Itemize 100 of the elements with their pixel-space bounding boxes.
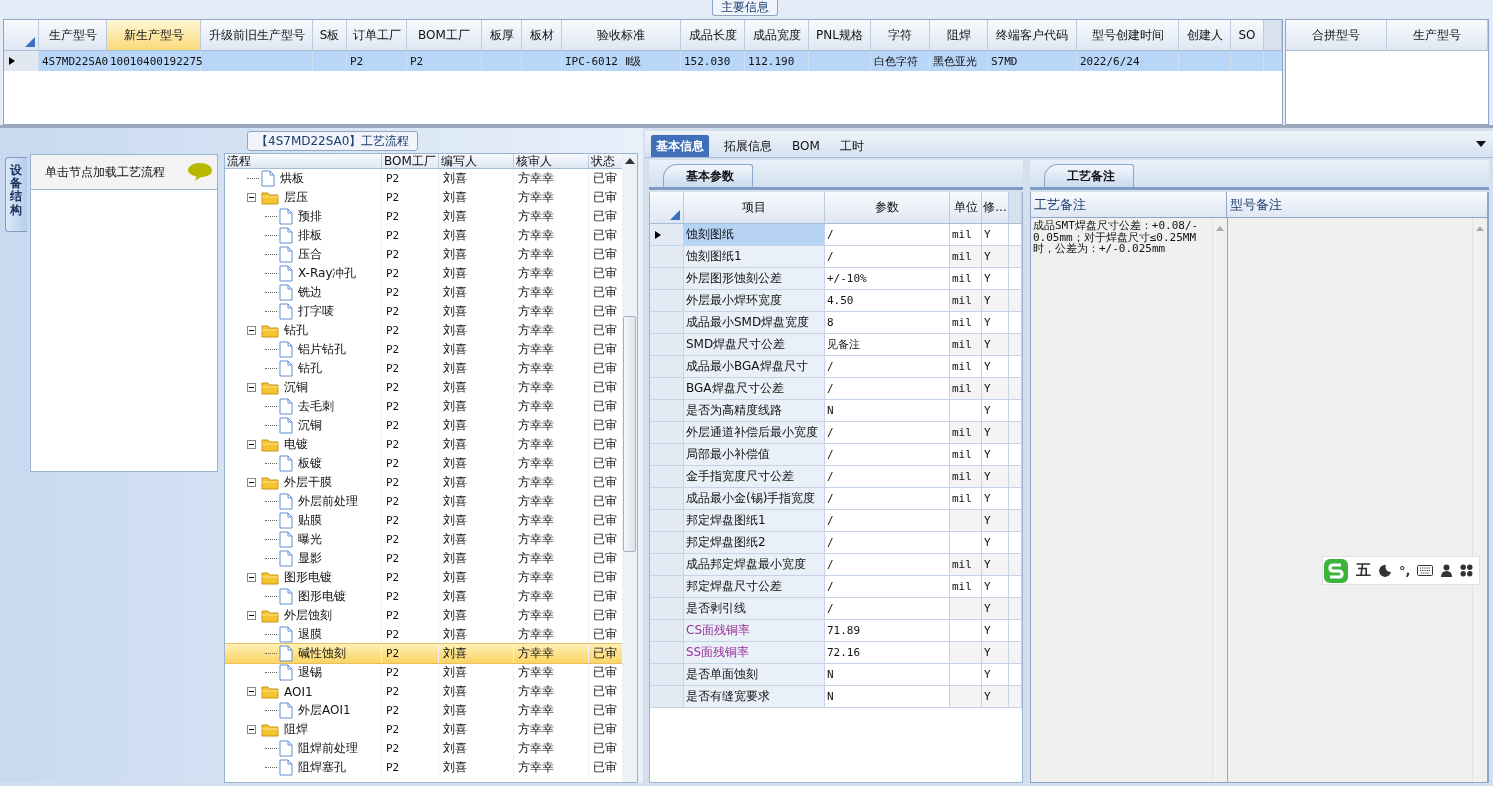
- grid-row[interactable]: 外层最小焊环宽度 4.50 mil Y: [650, 290, 1022, 312]
- grid-row[interactable]: 局部最小补偿值 / mil Y: [650, 444, 1022, 466]
- column-header[interactable]: 修...: [982, 192, 1009, 224]
- column-header[interactable]: 新生产型号: [107, 20, 201, 51]
- collapse-icon[interactable]: [247, 687, 256, 696]
- column-header[interactable]: 工艺备注: [1031, 192, 1227, 218]
- collapse-icon[interactable]: [247, 611, 256, 620]
- collapse-icon[interactable]: [247, 478, 256, 487]
- tab[interactable]: 拓展信息: [719, 135, 777, 157]
- grid-row[interactable]: SS面残铜率 72.16 Y: [650, 642, 1022, 664]
- tree-row[interactable]: AOI1 P2 刘喜 方幸幸 已审: [225, 682, 623, 701]
- tab[interactable]: 工艺备注: [1044, 164, 1134, 187]
- collapse-icon[interactable]: [247, 573, 256, 582]
- input-mode-text[interactable]: 五: [1356, 561, 1371, 580]
- row-header[interactable]: [650, 224, 684, 246]
- column-header[interactable]: 验收标准: [562, 20, 681, 51]
- column-header[interactable]: 核审人: [514, 154, 589, 169]
- grid-row[interactable]: 外层图形蚀刻公差 +/-10% mil Y: [650, 268, 1022, 290]
- table-cell: SMD焊盘尺寸公差: [684, 334, 825, 356]
- tree-row[interactable]: 图形电镀 P2 刘喜 方幸幸 已审: [225, 568, 623, 587]
- column-header[interactable]: BOM工厂: [382, 154, 439, 169]
- column-header[interactable]: 状态: [589, 154, 623, 169]
- keyboard-icon[interactable]: [1417, 565, 1434, 576]
- corner-icon: [670, 210, 680, 220]
- tree-row[interactable]: 碱性蚀刻 P2 刘喜 方幸幸 已审: [225, 644, 623, 663]
- column-header[interactable]: 终端客户代码: [988, 20, 1077, 51]
- column-header[interactable]: PNL规格: [809, 20, 871, 51]
- row-header[interactable]: [4, 51, 39, 71]
- grid-row[interactable]: 成品最小金(锡)手指宽度 / mil Y: [650, 488, 1022, 510]
- tab[interactable]: 工时: [834, 135, 869, 157]
- grid-row[interactable]: 外层通道补偿后最小宽度 / mil Y: [650, 422, 1022, 444]
- column-header[interactable]: 创建人: [1179, 20, 1231, 51]
- column-header[interactable]: 成品宽度: [745, 20, 809, 51]
- table-cell: P2: [386, 514, 400, 527]
- collapse-icon[interactable]: [247, 440, 256, 449]
- grid-row[interactable]: 蚀刻图纸1 / mil Y: [650, 246, 1022, 268]
- grid-row[interactable]: 邦定焊盘尺寸公差 / mil Y: [650, 576, 1022, 598]
- grid-icon[interactable]: [1460, 564, 1474, 577]
- column-header[interactable]: 项目: [684, 192, 825, 224]
- column-header[interactable]: 编写人: [439, 154, 514, 169]
- grid-row[interactable]: 是否有缝宽要求 N Y: [650, 686, 1022, 708]
- collapse-icon[interactable]: [247, 326, 256, 335]
- column-header[interactable]: 订单工厂: [347, 20, 407, 51]
- tree-row[interactable]: 沉铜 P2 刘喜 方幸幸 已审: [225, 378, 623, 397]
- column-header[interactable]: BOM工厂: [407, 20, 482, 51]
- scroll-thumb[interactable]: [623, 316, 636, 552]
- tab[interactable]: 基本参数: [663, 164, 753, 187]
- grid-row[interactable]: SMD焊盘尺寸公差 见备注 mil Y: [650, 334, 1022, 356]
- column-header[interactable]: 升级前旧生产型号: [201, 20, 313, 51]
- column-header[interactable]: 合拼型号: [1286, 20, 1387, 51]
- scrollbar[interactable]: [622, 154, 637, 782]
- column-header[interactable]: 板厚: [482, 20, 522, 51]
- column-header[interactable]: 成品长度: [681, 20, 745, 51]
- column-header[interactable]: 板材: [522, 20, 562, 51]
- dropdown-icon[interactable]: [1476, 141, 1486, 147]
- grid-row[interactable]: 是否剥引线 / Y: [650, 598, 1022, 620]
- vertical-tab[interactable]: 设备结构: [5, 157, 27, 232]
- grid-row[interactable]: 成品最小SMD焊盘宽度 8 mil Y: [650, 312, 1022, 334]
- grid-row[interactable]: 邦定焊盘图纸1 / Y: [650, 510, 1022, 532]
- column-header[interactable]: 字符: [871, 20, 930, 51]
- logo-icon[interactable]: [1323, 557, 1349, 584]
- column-header[interactable]: 参数: [825, 192, 950, 224]
- column-header[interactable]: 生产型号: [39, 20, 107, 51]
- moon-icon[interactable]: [1378, 563, 1392, 578]
- grid-row[interactable]: 邦定焊盘图纸2 / Y: [650, 532, 1022, 554]
- tab[interactable]: BOM: [787, 135, 825, 157]
- column-header[interactable]: 流程: [225, 154, 382, 169]
- collapse-icon[interactable]: [247, 725, 256, 734]
- grid-row[interactable]: 是否单面蚀刻 N Y: [650, 664, 1022, 686]
- grid-row[interactable]: 4S7MD22SA0 10010400192275 P2 P2 IPC-6012 Ⅱ级 152.030 112.190 白色字符 黑色亚光 S7MD 2022/6/24: [4, 51, 1282, 71]
- grid-row[interactable]: 成品最小BGA焊盘尺寸 / mil Y: [650, 356, 1022, 378]
- tree-row[interactable]: 阻焊 P2 刘喜 方幸幸 已审: [225, 720, 623, 739]
- grid-row[interactable]: 金手指宽度尺寸公差 / mil Y: [650, 466, 1022, 488]
- grid-row[interactable]: 蚀刻图纸 / mil Y: [650, 224, 1022, 246]
- table-cell: 方幸幸: [518, 170, 554, 187]
- grid-row[interactable]: 成品邦定焊盘最小宽度 / mil Y: [650, 554, 1022, 576]
- punctuation-text[interactable]: °,: [1399, 563, 1411, 578]
- column-header[interactable]: 生产型号: [1387, 20, 1488, 51]
- grid-row[interactable]: 是否为高精度线路 N Y: [650, 400, 1022, 422]
- tree-row[interactable]: 电镀 P2 刘喜 方幸幸 已审: [225, 435, 623, 454]
- tree-row[interactable]: 外层干膜 P2 刘喜 方幸幸 已审: [225, 473, 623, 492]
- column-header[interactable]: 阻焊: [930, 20, 988, 51]
- grid-row[interactable]: CS面残铜率 71.89 Y: [650, 620, 1022, 642]
- tree-row[interactable]: 钻孔 P2 刘喜 方幸幸 已审: [225, 321, 623, 340]
- table-cell: 方幸幸: [518, 721, 554, 738]
- grid-row[interactable]: BGA焊盘尺寸公差 / mil Y: [650, 378, 1022, 400]
- column-header[interactable]: 型号创建时间: [1077, 20, 1179, 51]
- tab[interactable]: 基本信息: [651, 135, 709, 157]
- column-header[interactable]: SO: [1231, 20, 1264, 51]
- tree-row[interactable]: 外层蚀刻 P2 刘喜 方幸幸 已审: [225, 606, 623, 625]
- tree-row[interactable]: 层压 P2 刘喜 方幸幸 已审: [225, 188, 623, 207]
- column-header[interactable]: 型号备注: [1227, 192, 1488, 218]
- column-header[interactable]: 单位: [950, 192, 982, 224]
- table-cell: 方幸幸: [518, 683, 554, 700]
- collapse-icon[interactable]: [247, 383, 256, 392]
- user-icon[interactable]: [1440, 564, 1454, 577]
- column-header[interactable]: S板: [313, 20, 347, 51]
- table-cell: 4.50: [825, 290, 950, 312]
- scroll-up-icon[interactable]: [624, 158, 635, 164]
- collapse-icon[interactable]: [247, 193, 256, 202]
